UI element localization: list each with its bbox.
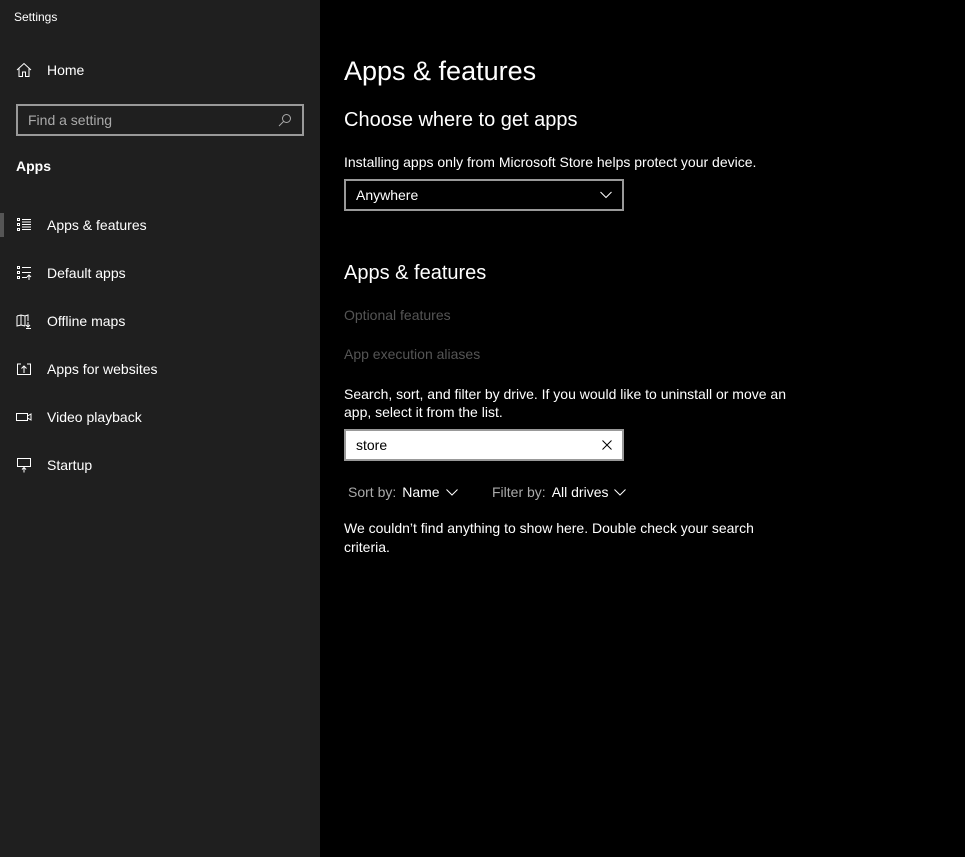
search-icon [278, 114, 291, 127]
sidebar-item-label: Apps for websites [47, 361, 158, 377]
search-description-line-1: Search, sort, and filter by drive. If yo… [344, 386, 786, 402]
choose-heading: Choose where to get apps [344, 109, 578, 131]
home-link[interactable]: Home [16, 62, 84, 78]
filter-value: All drives [551, 484, 609, 500]
sidebar-item-offline-maps[interactable]: Offline maps [0, 297, 320, 345]
app-source-dropdown[interactable]: Anywhere [344, 179, 624, 211]
home-label: Home [47, 62, 85, 78]
filter-label: Filter by: [492, 484, 546, 500]
section-heading: Apps [16, 158, 51, 174]
video-icon [16, 413, 32, 421]
home-icon [16, 62, 32, 77]
sidebar-item-label: Video playback [47, 409, 142, 425]
sort-value: Name [402, 484, 440, 500]
sidebar-item-label: Offline maps [47, 313, 126, 329]
map-download-icon [16, 314, 31, 329]
clear-icon[interactable] [602, 440, 612, 450]
sidebar-item-label: Startup [47, 457, 93, 473]
chevron-down-icon [600, 191, 612, 199]
filter-dropdown[interactable]: Filter by: All drives [492, 484, 627, 500]
window-title: Settings [14, 10, 58, 24]
empty-message-line-2: criteria. [344, 539, 390, 555]
chevron-down-icon [445, 488, 458, 496]
search-placeholder: Find a setting [28, 112, 113, 128]
chevron-down-icon [614, 488, 627, 496]
empty-message-line-1: We couldn’t find anything to show here. … [344, 520, 754, 536]
page-title: Apps & features [344, 56, 537, 86]
search-value: store [356, 437, 388, 453]
sidebar-item-label: Default apps [47, 265, 126, 281]
search-description-line-2: app, select it from the list. [344, 404, 503, 420]
sort-dropdown[interactable]: Sort by: Name [348, 484, 458, 500]
sidebar: Settings Home Find a setting Apps Apps &… [0, 0, 320, 857]
sort-label: Sort by: [348, 484, 397, 500]
open-in-app-icon [17, 363, 31, 375]
default-apps-icon [17, 266, 32, 280]
dropdown-value: Anywhere [356, 187, 419, 203]
settings-search-input[interactable]: Find a setting [16, 104, 304, 136]
sidebar-nav: Apps & features Default apps Offline map… [0, 201, 320, 489]
sidebar-item-video-playback[interactable]: Video playback [0, 393, 320, 441]
sidebar-item-default-apps[interactable]: Default apps [0, 249, 320, 297]
features-heading: Apps & features [344, 262, 487, 284]
app-search-input[interactable]: store [344, 429, 624, 461]
app-execution-aliases-link[interactable]: App execution aliases [344, 346, 480, 362]
choose-description: Installing apps only from Microsoft Stor… [344, 154, 757, 170]
optional-features-link[interactable]: Optional features [344, 307, 451, 323]
sidebar-item-startup[interactable]: Startup [0, 441, 320, 489]
sidebar-item-label: Apps & features [47, 217, 147, 233]
sidebar-item-apps-for-websites[interactable]: Apps for websites [0, 345, 320, 393]
list-icon [17, 218, 31, 231]
startup-icon [17, 458, 31, 473]
sidebar-item-apps-features[interactable]: Apps & features [0, 201, 320, 249]
